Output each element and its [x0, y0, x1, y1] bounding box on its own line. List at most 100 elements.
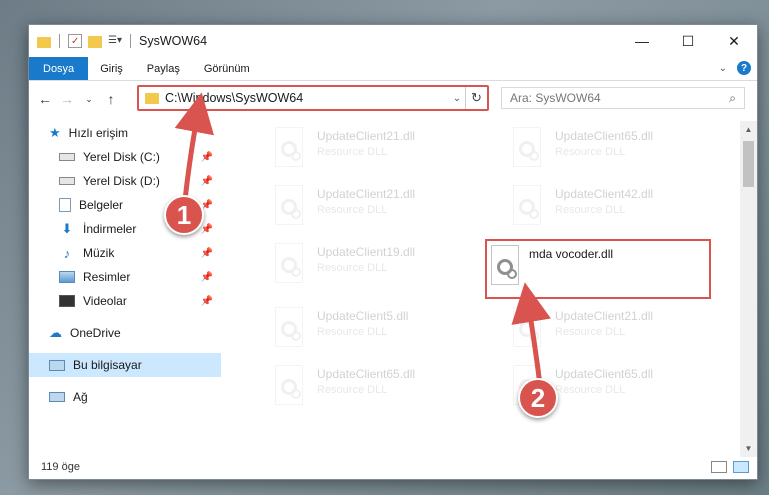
tab-home[interactable]: Giriş [88, 57, 135, 80]
dll-file-icon [271, 307, 307, 349]
file-name: UpdateClient19.dll [317, 245, 416, 259]
videos-icon [59, 295, 75, 307]
sidebar-item-quick-access[interactable]: ★ Hızlı erişim [29, 121, 221, 145]
tab-file[interactable]: Dosya [29, 57, 89, 80]
forward-arrow-icon[interactable]: → [59, 91, 75, 107]
sidebar-item-label: Yerel Disk (C:) [83, 150, 160, 164]
new-folder-icon[interactable] [88, 35, 102, 48]
search-placeholder: Ara: SysWOW64 [510, 91, 601, 105]
separator [130, 34, 131, 48]
vertical-scrollbar[interactable]: ▲ ▼ [740, 121, 757, 457]
scroll-up-icon[interactable]: ▲ [740, 121, 757, 138]
dll-file-icon [509, 185, 545, 227]
address-path[interactable]: C:\Windows\SysWOW64 [165, 91, 449, 105]
sidebar-item-label: Müzik [83, 246, 115, 260]
maximize-button[interactable]: ☐ [665, 25, 711, 57]
sidebar-item-network[interactable]: Ağ [29, 385, 221, 409]
properties-icon[interactable]: ✓ [68, 34, 82, 48]
dll-file-icon [271, 243, 307, 285]
close-button[interactable]: ✕ [711, 25, 757, 57]
help-icon[interactable]: ? [737, 61, 751, 75]
file-tile[interactable]: UpdateClient65.dll Resource DLL [249, 361, 479, 417]
file-tile[interactable]: UpdateClient21.dll Resource DLL [249, 181, 479, 237]
file-tile[interactable]: UpdateClient19.dll Resource DLL [249, 239, 479, 295]
chevron-down-icon[interactable]: ⌄ [449, 93, 465, 104]
item-count: 119 öge [41, 461, 80, 473]
folder-icon [145, 92, 159, 104]
pictures-icon [59, 271, 75, 283]
ribbon-tabs: Dosya Giriş Paylaş Görünüm ⌄ ? [29, 57, 757, 81]
sidebar-item-music[interactable]: ♪ Müzik 📌 [29, 241, 221, 265]
details-view-icon[interactable] [711, 461, 727, 473]
pin-icon[interactable]: 📌 [201, 176, 213, 187]
documents-icon [59, 198, 71, 212]
file-description: Resource DLL [555, 146, 626, 158]
status-bar: 119 öge [29, 455, 757, 479]
callout-step-1: 1 [164, 195, 204, 235]
file-tile[interactable]: UpdateClient65.dll Resource DLL [487, 123, 717, 179]
dll-file-icon [271, 127, 307, 169]
pin-icon[interactable]: 📌 [201, 152, 213, 163]
file-name: UpdateClient42.dll [555, 187, 654, 201]
sidebar-item-label: OneDrive [70, 326, 121, 340]
file-tile[interactable]: UpdateClient5.dll Resource DLL [249, 303, 479, 359]
dll-file-icon [271, 185, 307, 227]
sidebar-item-label: Ağ [73, 390, 88, 404]
back-arrow-icon[interactable]: ← [37, 91, 53, 107]
search-icon[interactable]: ⌕ [729, 91, 736, 106]
file-description: Resource DLL [317, 146, 388, 158]
sidebar-item-this-pc[interactable]: Bu bilgisayar [29, 353, 221, 377]
folder-icon [37, 36, 51, 48]
tab-view[interactable]: Görünüm [192, 57, 262, 80]
sidebar-item-local-disk-d[interactable]: Yerel Disk (D:) 📌 [29, 169, 221, 193]
search-input[interactable]: Ara: SysWOW64 ⌕ [501, 87, 745, 109]
file-description: Resource DLL [555, 384, 626, 396]
sidebar-item-label: Belgeler [79, 198, 124, 212]
file-name: UpdateClient65.dll [555, 129, 654, 143]
file-name: UpdateClient65.dll [555, 367, 654, 381]
scrollbar-thumb[interactable] [743, 141, 754, 187]
file-tile[interactable]: UpdateClient21.dll Resource DLL [487, 303, 717, 359]
computer-icon [49, 359, 65, 371]
sidebar-item-local-disk-c[interactable]: Yerel Disk (C:) 📌 [29, 145, 221, 169]
pin-icon[interactable]: 📌 [201, 296, 213, 307]
tab-share[interactable]: Paylaş [135, 57, 192, 80]
pin-icon[interactable]: 📌 [201, 248, 213, 259]
sidebar-item-videos[interactable]: Videolar 📌 [29, 289, 221, 313]
file-description: Resource DLL [555, 326, 626, 338]
pin-icon[interactable]: 📌 [201, 224, 213, 235]
file-tile[interactable]: UpdateClient21.dll Resource DLL [249, 123, 479, 179]
sidebar-item-label: Bu bilgisayar [73, 358, 142, 372]
separator [59, 34, 60, 48]
music-icon: ♪ [63, 245, 71, 261]
explorer-window: ✓ ☰▾ SysWOW64 — ☐ ✕ Dosya Giriş Paylaş G… [28, 24, 758, 480]
customize-toolbar-icon[interactable]: ☰▾ [108, 34, 122, 48]
sidebar-item-label: Yerel Disk (D:) [83, 174, 160, 188]
dll-file-icon [509, 307, 545, 349]
sidebar-item-onedrive[interactable]: ☁ OneDrive [29, 321, 221, 345]
sidebar-item-pictures[interactable]: Resimler 📌 [29, 265, 221, 289]
file-tile[interactable]: UpdateClient42.dll Resource DLL [487, 181, 717, 237]
drive-icon [59, 153, 75, 161]
refresh-icon[interactable]: ↻ [465, 87, 487, 109]
address-bar[interactable]: C:\Windows\SysWOW64 ⌄ ↻ [137, 85, 489, 111]
expand-ribbon-icon[interactable]: ⌄ [719, 63, 727, 74]
network-icon [49, 392, 65, 402]
navigation-pane: ★ Hızlı erişim Yerel Disk (C:) 📌 Yerel D… [29, 121, 221, 451]
star-icon: ★ [49, 125, 61, 140]
file-name: UpdateClient21.dll [317, 129, 416, 143]
file-name: UpdateClient21.dll [555, 309, 654, 323]
up-arrow-icon[interactable]: ↑ [103, 91, 119, 107]
file-tile-target[interactable]: mda vocoder.dll [485, 239, 711, 299]
file-description: Resource DLL [555, 204, 626, 216]
view-toggle [711, 461, 749, 473]
recent-locations-chevron-icon[interactable]: ⌄ [81, 94, 97, 105]
sidebar-item-label: Hızlı erişim [68, 126, 128, 140]
large-icons-view-icon[interactable] [733, 461, 749, 473]
cloud-icon: ☁ [49, 325, 62, 340]
downloads-icon: ⬇ [61, 221, 73, 236]
dll-file-icon [271, 365, 307, 407]
minimize-button[interactable]: — [619, 25, 665, 57]
pin-icon[interactable]: 📌 [201, 272, 213, 283]
file-description: Resource DLL [317, 384, 388, 396]
